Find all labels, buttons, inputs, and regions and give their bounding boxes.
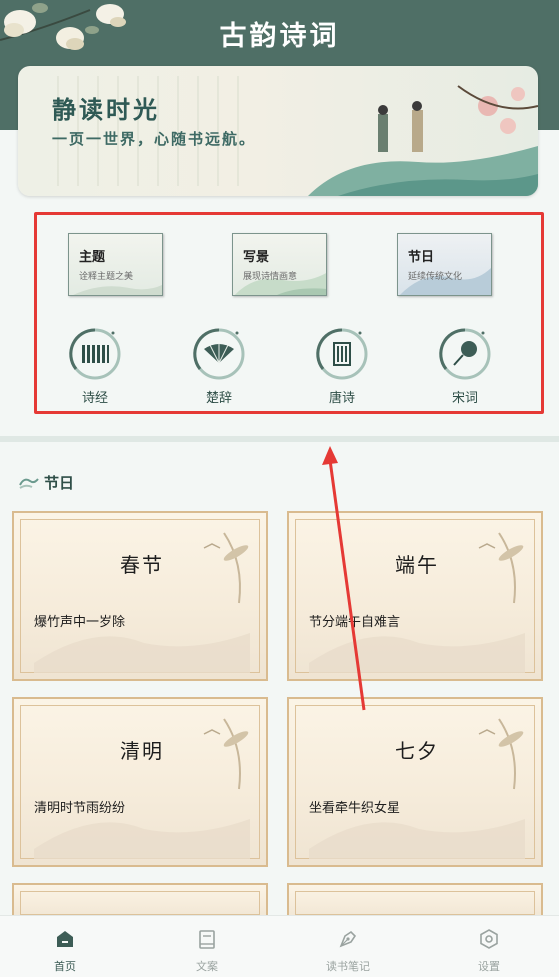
hero-banner[interactable]: 静读时光 一页一世界，心随书远航。	[18, 66, 538, 196]
book-scroll-icon	[316, 328, 368, 380]
bottom-nav: 首页 文案 读书笔记 设置	[0, 915, 559, 977]
card-scenery	[400, 267, 491, 295]
festival-title: 端午	[395, 553, 439, 577]
banner-title: 静读时光	[52, 95, 160, 124]
nav-home[interactable]: 首页	[15, 924, 115, 974]
category-label: 楚辞	[205, 391, 232, 406]
card-frame	[295, 891, 535, 915]
festival-card-qixi[interactable]: 七夕 坐看牵牛织女星	[287, 697, 543, 867]
festival-title: 春节	[120, 553, 164, 577]
nav-label: 文案	[196, 960, 218, 973]
category-card-festival[interactable]: 节日 延续传统文化	[397, 233, 492, 296]
nav-settings[interactable]: 设置	[439, 924, 539, 974]
card-scenery	[234, 273, 326, 295]
round-fan-icon	[439, 328, 491, 380]
category-shijing[interactable]: 诗经	[60, 327, 130, 407]
category-card-scenery[interactable]: 写景 展现诗情画意	[232, 233, 327, 296]
category-tangshi[interactable]: 唐诗	[307, 327, 377, 407]
festival-verse: 坐看牵牛织女星	[309, 801, 401, 816]
festival-verse: 节分端午自难言	[309, 615, 401, 630]
nav-label: 设置	[478, 960, 500, 973]
nav-label: 读书笔记	[326, 960, 370, 973]
festival-title: 清明	[120, 739, 164, 763]
category-label: 宋词	[451, 391, 478, 406]
category-label: 唐诗	[328, 391, 355, 406]
settings-hexagon-icon	[480, 929, 498, 949]
festival-card-dragonboat[interactable]: 端午 节分端午自难言	[287, 511, 543, 681]
category-songci[interactable]: 宋词	[430, 327, 500, 407]
folding-fan-icon	[193, 328, 245, 380]
category-card-subtitle: 延续传统文化	[408, 272, 463, 282]
category-card-title: 节日	[408, 250, 435, 265]
category-panel: 主题 诠释主题之美 写景 展现诗情画意 节日 延续传统文化 诗经 楚辞 唐诗 宋…	[34, 212, 544, 414]
nav-reading-notes[interactable]: 读书笔记	[298, 924, 398, 974]
festival-verse: 爆竹声中一岁除	[34, 615, 126, 630]
category-label: 诗经	[81, 391, 108, 406]
banner-subtitle: 一页一世界，心随书远航。	[52, 130, 257, 148]
festival-title: 七夕	[395, 739, 439, 763]
pen-nib-icon	[339, 930, 357, 948]
card-landscape	[309, 532, 525, 673]
festival-card-qingming[interactable]: 清明 清明时节雨纷纷	[12, 697, 268, 867]
card-landscape	[34, 718, 250, 859]
festival-verse: 清明时节雨纷纷	[34, 801, 126, 816]
category-card-subtitle: 展现诗情画意	[243, 272, 298, 282]
card-landscape	[34, 532, 250, 673]
festival-card-spring[interactable]: 春节 爆竹声中一岁除	[12, 511, 268, 681]
card-scenery	[73, 284, 162, 295]
category-card-theme[interactable]: 主题 诠释主题之美	[68, 233, 163, 296]
app-title: 古韵诗词	[219, 21, 340, 52]
category-card-subtitle: 诠释主题之美	[79, 272, 134, 282]
category-chuci[interactable]: 楚辞	[184, 327, 254, 407]
card-frame	[20, 891, 260, 915]
section-title: 节日	[44, 474, 75, 492]
section-divider	[0, 436, 559, 442]
nav-label: 首页	[54, 960, 76, 973]
book-icon	[199, 930, 215, 949]
home-icon	[57, 931, 73, 947]
bamboo-scroll-icon	[69, 328, 121, 380]
nav-copywriting[interactable]: 文案	[157, 924, 257, 974]
card-landscape	[309, 718, 525, 859]
cloud-swirl-icon	[19, 478, 39, 489]
category-card-title: 主题	[79, 250, 106, 265]
category-card-title: 写景	[243, 250, 270, 265]
